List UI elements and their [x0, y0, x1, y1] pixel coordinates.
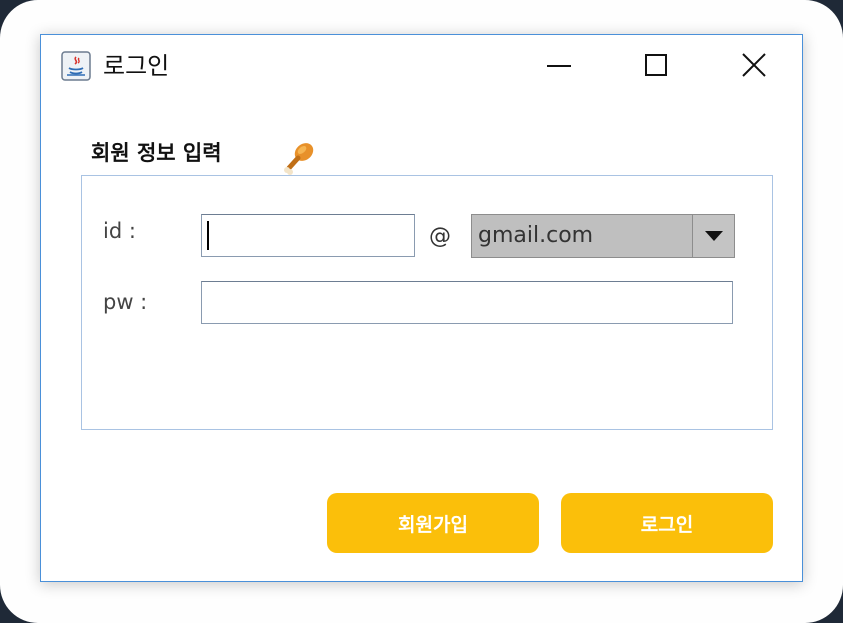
screenshot-card: 로그인 회원 정보 입력 id: @ gmail.com pw: 회원가입 … [0, 0, 843, 623]
email-domain-select[interactable]: gmail.com [471, 214, 735, 258]
login-window: 로그인 회원 정보 입력 id: @ gmail.com pw: 회원가입 … [40, 34, 803, 582]
pw-label: pw : [103, 290, 148, 314]
window-title: 로그인 [103, 52, 170, 80]
title-bar[interactable]: 로그인 [41, 35, 802, 99]
at-sign: @ [429, 224, 451, 249]
chevron-down-icon [704, 227, 723, 246]
maximize-icon [644, 53, 668, 81]
minimize-icon [546, 52, 572, 82]
email-domain-value: gmail.com [478, 223, 594, 248]
text-caret [207, 221, 209, 250]
password-input[interactable] [201, 281, 733, 324]
section-title: 회원 정보 입력 [91, 141, 222, 165]
id-label: id : [103, 219, 136, 243]
java-icon [61, 51, 91, 81]
close-icon [741, 52, 767, 82]
drumstick-icon [279, 137, 319, 177]
signup-button[interactable]: 회원가입 [327, 493, 539, 553]
maximize-button[interactable] [630, 43, 682, 91]
minimize-button[interactable] [533, 43, 585, 91]
id-input[interactable] [201, 214, 415, 257]
login-button[interactable]: 로그인 [561, 493, 773, 553]
dropdown-toggle[interactable] [692, 215, 734, 257]
close-button[interactable] [728, 43, 780, 91]
